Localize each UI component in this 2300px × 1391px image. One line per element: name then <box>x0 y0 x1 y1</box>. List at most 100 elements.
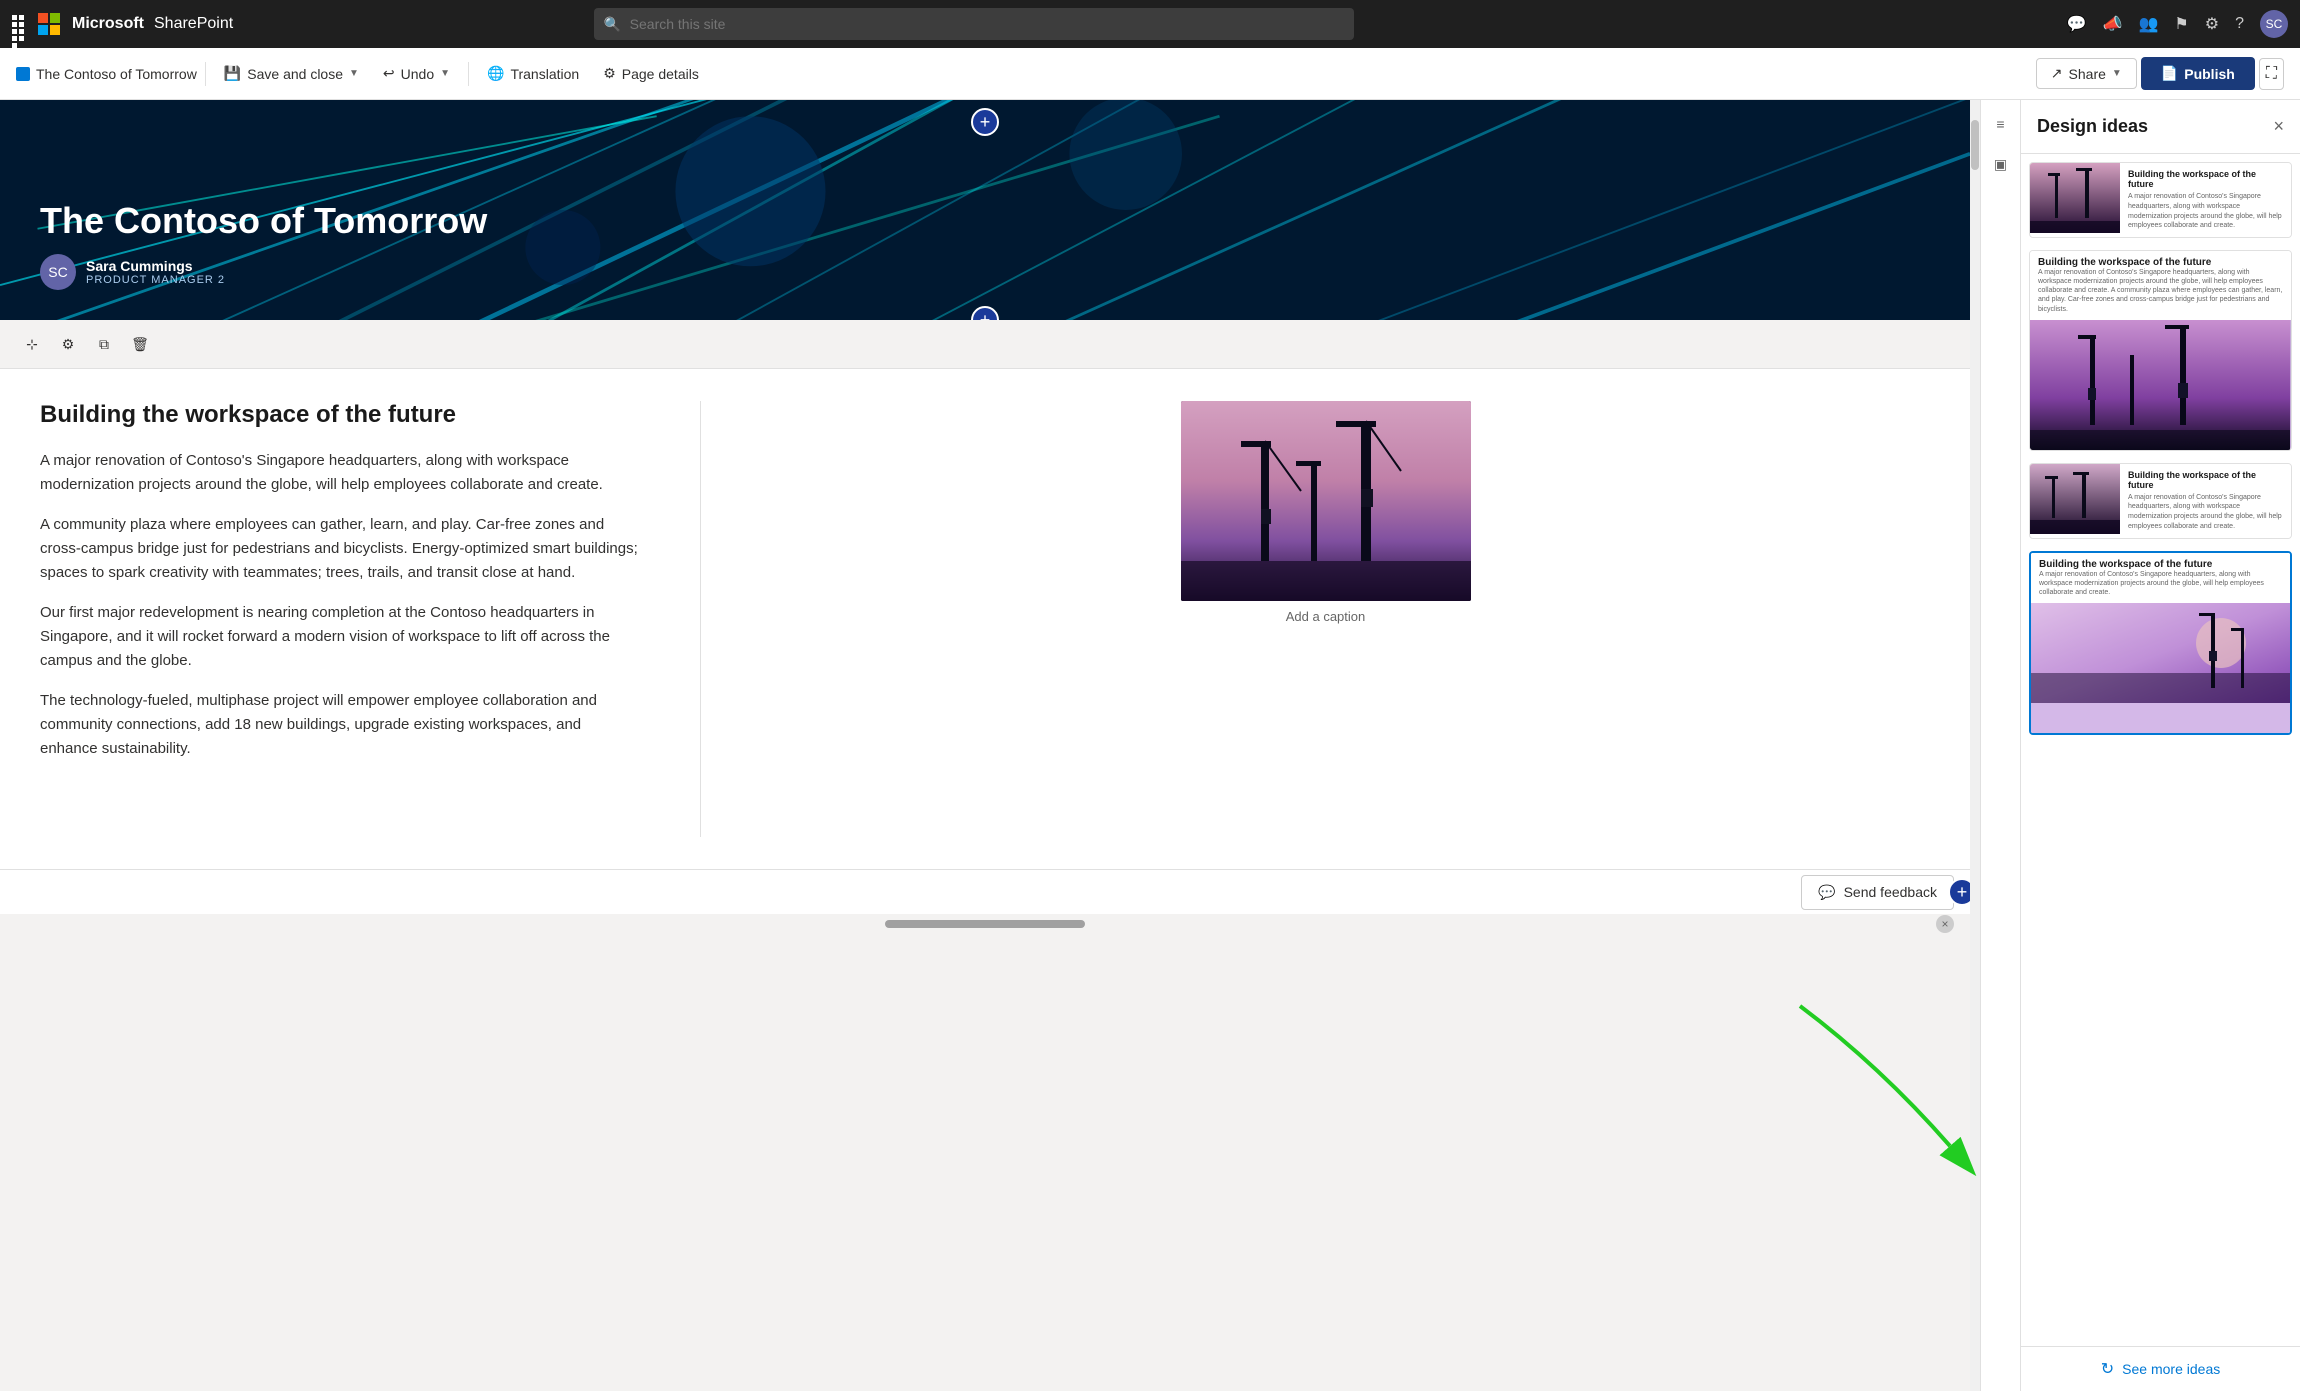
search-input[interactable] <box>594 8 1354 40</box>
author-role: PRODUCT MANAGER 2 <box>86 274 225 286</box>
toolbar-divider-1 <box>205 62 206 86</box>
translation-button[interactable]: 🌐 Translation <box>477 59 589 88</box>
image-caption[interactable]: Add a caption <box>1286 609 1366 624</box>
share-icon: ↗ <box>2051 65 2063 82</box>
design-panel-close-button[interactable]: × <box>2273 116 2284 137</box>
design-card-4-image <box>2031 603 2290 733</box>
delete-tool-button[interactable]: 🗑 <box>124 328 156 360</box>
design-card-4[interactable]: Building the workspace of the future A m… <box>2029 551 2292 735</box>
duplicate-tool-button[interactable]: ⧉ <box>88 328 120 360</box>
design-card-1-thumb <box>2030 163 2120 233</box>
help-icon[interactable]: ? <box>2235 15 2244 33</box>
content-heading: Building the workspace of the future <box>40 401 640 429</box>
settings-icon[interactable]: ⚙ <box>2205 14 2219 34</box>
settings-tool-button[interactable]: ⚙ <box>52 328 84 360</box>
share-label: Share <box>2069 66 2106 82</box>
design-card-2-header: Building the workspace of the future A m… <box>2030 251 2291 319</box>
design-card-3-thumb <box>2030 464 2120 534</box>
share-dropdown-arrow[interactable]: ▼ <box>2112 68 2122 79</box>
content-body: Building the workspace of the future A m… <box>0 369 1970 869</box>
content-paragraph-1[interactable]: A major renovation of Contoso's Singapor… <box>40 449 640 497</box>
design-card-1-title: Building the workspace of the future <box>2128 169 2283 189</box>
page-details-button[interactable]: ⚙ Page details <box>593 59 709 88</box>
design-card-2[interactable]: Building the workspace of the future A m… <box>2029 250 2292 450</box>
content-paragraph-4[interactable]: The technology-fueled, multiphase projec… <box>40 689 640 761</box>
search-icon: 🔍 <box>604 16 621 33</box>
microsoft-logo[interactable] <box>38 13 60 35</box>
vertical-scrollbar[interactable] <box>1970 100 1980 1391</box>
see-more-label: See more ideas <box>2122 1361 2220 1377</box>
design-card-3-text: Building the workspace of the future A m… <box>2120 464 2291 538</box>
design-card-4-header: Building the workspace of the future A m… <box>2031 553 2290 603</box>
chat-icon[interactable]: 💬 <box>2067 14 2087 34</box>
content-image-area: Add a caption <box>721 401 1930 837</box>
page-name-label: The Contoso of Tomorrow <box>36 66 197 82</box>
translation-label: Translation <box>510 66 579 82</box>
undo-button[interactable]: ↩ Undo ▼ <box>373 59 460 88</box>
share-button[interactable]: ↗ Share ▼ <box>2036 58 2137 89</box>
design-panel-title: Design ideas <box>2037 116 2148 137</box>
side-tool-2[interactable]: ▣ <box>1985 148 2017 180</box>
content-paragraph-3[interactable]: Our first major redevelopment is nearing… <box>40 601 640 673</box>
toolbar-divider-2 <box>468 62 469 86</box>
design-card-2-title: Building the workspace of the future <box>2038 257 2283 268</box>
h-scroll-thumb[interactable] <box>885 920 1085 928</box>
save-close-button[interactable]: 💾 Save and close ▼ <box>214 59 369 88</box>
send-feedback-button[interactable]: 💬 Send feedback <box>1801 875 1954 910</box>
design-card-3-title: Building the workspace of the future <box>2128 470 2283 490</box>
author-name: Sara Cummings <box>86 258 225 274</box>
page-breadcrumb: The Contoso of Tomorrow <box>16 66 197 82</box>
publish-button[interactable]: 📄 Publish <box>2141 57 2255 90</box>
move-tool-button[interactable]: ⊹ <box>16 328 48 360</box>
save-close-label: Save and close <box>247 66 343 82</box>
expand-button[interactable]: ⛶ <box>2259 58 2284 90</box>
side-tool-1[interactable]: ≡ <box>1985 108 2017 140</box>
design-panel-header: Design ideas × <box>2021 100 2300 154</box>
flag-icon[interactable]: ⚑ <box>2174 14 2188 34</box>
save-dropdown-arrow[interactable]: ▼ <box>349 68 359 79</box>
page-details-icon: ⚙ <box>603 65 616 82</box>
design-card-2-image <box>2030 320 2291 450</box>
avatar[interactable]: SC <box>2260 10 2288 38</box>
design-card-4-body: A major renovation of Contoso's Singapor… <box>2039 570 2282 597</box>
content-section-toolbar: ⊹ ⚙ ⧉ 🗑 <box>0 320 1970 369</box>
editor-area[interactable]: The Contoso of Tomorrow SC Sara Cummings… <box>0 100 1970 1391</box>
design-ideas-panel: Design ideas × <box>2020 100 2300 1391</box>
h-scroll-close[interactable]: × <box>1936 915 1954 933</box>
share-network-icon[interactable]: 👥 <box>2138 14 2158 34</box>
hero-title: The Contoso of Tomorrow <box>40 200 487 242</box>
app-grid-icon[interactable] <box>12 15 30 33</box>
hero-content: The Contoso of Tomorrow SC Sara Cummings… <box>40 200 487 290</box>
main-layout: The Contoso of Tomorrow SC Sara Cummings… <box>0 100 2300 1391</box>
content-divider <box>700 401 701 837</box>
hero-section: The Contoso of Tomorrow SC Sara Cummings… <box>0 100 1970 320</box>
content-paragraph-2[interactable]: A community plaza where employees can ga… <box>40 513 640 585</box>
add-section-content-button[interactable]: + <box>1948 878 1970 906</box>
app-name: Microsoft <box>72 15 144 33</box>
feedback-icon[interactable]: 📣 <box>2103 14 2123 34</box>
author-info: Sara Cummings PRODUCT MANAGER 2 <box>86 258 225 286</box>
design-card-3[interactable]: Building the workspace of the future A m… <box>2029 463 2292 539</box>
see-more-button[interactable]: ↻ See more ideas <box>2101 1359 2220 1379</box>
design-card-1-text: Building the workspace of the future A m… <box>2120 163 2291 237</box>
add-section-top-button[interactable]: + <box>971 108 999 136</box>
top-nav-bar: Microsoft SharePoint 🔍 💬 📣 👥 ⚑ ⚙ ? SC <box>0 0 2300 48</box>
undo-label: Undo <box>401 66 434 82</box>
design-card-2-body: A major renovation of Contoso's Singapor… <box>2038 268 2283 313</box>
undo-dropdown-arrow[interactable]: ▼ <box>440 68 450 79</box>
search-bar[interactable]: 🔍 <box>594 8 1354 40</box>
sharepoint-name: SharePoint <box>154 15 233 33</box>
design-panel-body[interactable]: Building the workspace of the future A m… <box>2021 154 2300 1346</box>
content-section: ⊹ ⚙ ⧉ 🗑 Building the workspace of the fu… <box>0 320 1970 869</box>
horizontal-scrollbar[interactable]: × <box>0 914 1970 934</box>
undo-icon: ↩ <box>383 65 395 82</box>
author-avatar: SC <box>40 254 76 290</box>
content-image[interactable] <box>1181 401 1471 601</box>
page-icon <box>16 67 30 81</box>
vert-scroll-thumb[interactable] <box>1971 120 1979 170</box>
hero-author: SC Sara Cummings PRODUCT MANAGER 2 <box>40 254 487 290</box>
nav-right-icons: 💬 📣 👥 ⚑ ⚙ ? SC <box>2067 10 2288 38</box>
design-panel-footer: ↻ See more ideas <box>2021 1346 2300 1391</box>
author-initials: SC <box>48 264 67 280</box>
design-card-1[interactable]: Building the workspace of the future A m… <box>2029 162 2292 238</box>
